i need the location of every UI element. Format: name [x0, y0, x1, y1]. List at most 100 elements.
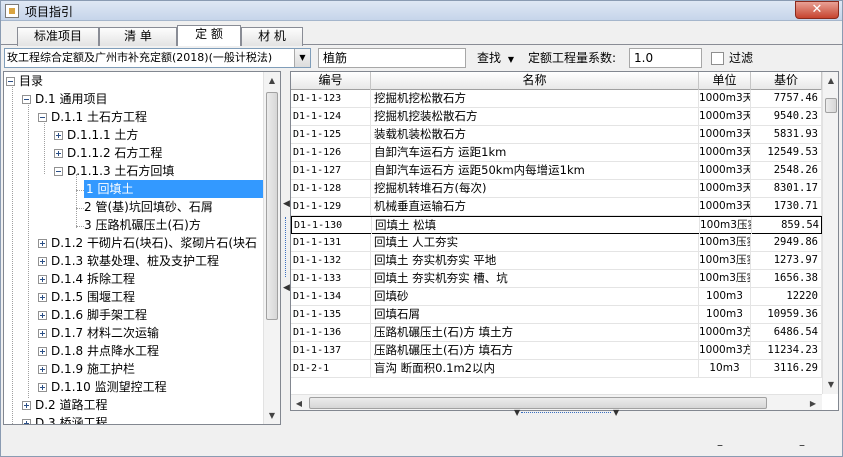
table-row[interactable]: D1-1-131回填土 人工夯实100m3压实2949.86 [291, 234, 822, 252]
tree-node[interactable]: D.1.7 材料二次运输 [38, 324, 159, 342]
expand-icon[interactable] [38, 311, 47, 320]
horizontal-splitter-grip[interactable] [521, 412, 611, 418]
tree-node-selected[interactable]: 1 回填土 [84, 180, 266, 198]
expand-icon[interactable] [38, 329, 47, 338]
cell-code[interactable]: D1-1-130 [292, 217, 372, 234]
cell-unit[interactable]: 100m3 [699, 306, 751, 323]
cell-unit[interactable]: 1000m3天 [699, 162, 751, 179]
cell-unit[interactable]: 1000m3天 [699, 144, 751, 161]
cell-unit[interactable]: 100m3压实 [699, 252, 751, 269]
cell-price[interactable]: 8301.17 [751, 180, 822, 197]
tree-node[interactable]: D.1.2 干砌片石(块石)、浆砌片石(块石 [38, 234, 257, 252]
table-row[interactable]: D1-1-137 压路机碾压土(石)方 填石方 1000m3方 11234.23 [291, 342, 822, 360]
cell-name[interactable]: 回填砂 [371, 288, 699, 305]
cell-code[interactable]: D1-1-134 [291, 288, 371, 305]
expand-icon[interactable] [22, 419, 31, 424]
collapse-left-icon[interactable]: ◀ [283, 283, 290, 293]
cell-price[interactable]: 859.54 [752, 217, 823, 234]
cell-unit[interactable]: 1000m3天 [699, 90, 751, 107]
cell-name[interactable]: 机械垂直运输石方 [371, 198, 699, 215]
tree-node[interactable]: D.1.8 井点降水工程 [38, 342, 159, 360]
collapse-left-icon[interactable]: ◀ [283, 199, 290, 209]
cell-unit[interactable]: 1000m3方 [699, 324, 751, 341]
expand-down-icon[interactable]: ▼ [613, 408, 619, 417]
table-row[interactable]: D1-1-129 机械垂直运输石方 1000m3天 1730.71 [291, 198, 822, 216]
cell-code[interactable]: D1-1-135 [291, 306, 371, 323]
expand-icon[interactable] [54, 149, 63, 158]
tree-vertical-scrollbar[interactable]: ▲ ▼ [263, 72, 280, 424]
column-header-code[interactable]: 编号 [291, 72, 371, 90]
collapse-icon[interactable] [6, 77, 15, 86]
cell-unit[interactable]: 1000m3天 [699, 198, 751, 215]
cell-unit[interactable]: 1000m3天 [699, 108, 751, 125]
table-row[interactable]: D1-1-126 自卸汽车运石方 运距1km 1000m3天 12549.53 [291, 144, 822, 162]
tab-standard-items[interactable]: 标准项目 [17, 27, 99, 46]
cell-code[interactable]: D1-1-137 [291, 342, 371, 359]
expand-icon[interactable] [38, 275, 47, 284]
expand-icon[interactable] [38, 293, 47, 302]
scroll-left-icon[interactable]: ◀ [291, 395, 307, 410]
table-row[interactable]: D1-1-124 挖掘机挖装松散石方 1000m3天 9540.23 [291, 108, 822, 126]
cell-code[interactable]: D1-1-131 [291, 234, 371, 251]
cell-unit[interactable]: 1000m3天然 [699, 180, 751, 197]
expand-icon[interactable] [38, 365, 47, 374]
cell-price[interactable]: 1656.38 [751, 270, 822, 287]
search-input[interactable]: 植筋 [318, 48, 466, 68]
cell-name[interactable]: 压路机碾压土(石)方 填土方 [371, 324, 699, 341]
tree-node[interactable]: D.3 桥涵工程 [22, 414, 108, 424]
cell-unit[interactable]: 100m3压实 [699, 234, 751, 251]
tree-node[interactable]: 2 管(基)坑回填砂、石屑 [84, 198, 213, 216]
expand-down-icon[interactable]: ▼ [514, 408, 520, 417]
grid-horizontal-scrollbar[interactable]: ◀ ▶ [291, 394, 822, 410]
tab-bill[interactable]: 清 单 [99, 27, 177, 46]
cell-code[interactable]: D1-1-133 [291, 270, 371, 287]
tree-node[interactable]: D.1.5 围堰工程 [38, 288, 135, 306]
filter-checkbox[interactable] [711, 52, 724, 65]
cell-name[interactable]: 挖掘机转堆石方(每次) [371, 180, 699, 197]
cell-code[interactable]: D1-1-129 [291, 198, 371, 215]
cell-unit[interactable]: 100m3压实 [700, 217, 752, 234]
cell-price[interactable]: 3116.29 [751, 360, 822, 377]
cell-price[interactable]: 10959.36 [751, 306, 822, 323]
cell-code[interactable]: D1-1-124 [291, 108, 371, 125]
tree-node[interactable]: 3 压路机碾压土(石)方 [84, 216, 201, 234]
scroll-up-icon[interactable]: ▲ [264, 72, 280, 89]
column-header-price[interactable]: 基价 [751, 72, 822, 90]
cell-name[interactable]: 挖掘机挖松散石方 [371, 90, 699, 107]
cell-unit[interactable]: 1000m3天 [699, 126, 751, 143]
cell-name[interactable]: 回填土 夯实机夯实 槽、坑 [371, 270, 699, 287]
cell-price[interactable]: 1730.71 [751, 198, 822, 215]
tree-node[interactable]: D.1.1.2 石方工程 [54, 144, 162, 162]
cell-price[interactable]: 1273.97 [751, 252, 822, 269]
tree-node[interactable]: D.1.3 软基处理、桩及支护工程 [38, 252, 219, 270]
cell-price[interactable]: 9540.23 [751, 108, 822, 125]
tab-quota[interactable]: 定 额 [177, 25, 241, 46]
cell-unit[interactable]: 100m3压实 [699, 270, 751, 287]
cell-name[interactable]: 自卸汽车运石方 运距1km [371, 144, 699, 161]
cell-name[interactable]: 盲沟 断面积0.1m2以内 [371, 360, 699, 377]
title-bar[interactable]: 项目指引 ✕ [1, 1, 842, 21]
tree-node[interactable]: D.1.1 土石方工程 [38, 108, 147, 126]
expand-icon[interactable] [38, 347, 47, 356]
scroll-down-icon[interactable]: ▼ [264, 407, 280, 424]
table-row-current[interactable]: D1-1-130回填土 松填100m3压实859.54 [291, 216, 823, 234]
table-row[interactable]: D1-1-132回填土 夯实机夯实 平地100m3压实1273.97 [291, 252, 822, 270]
cell-price[interactable]: 7757.46 [751, 90, 822, 107]
cell-unit[interactable]: 100m3 [699, 288, 751, 305]
tree-node[interactable]: D.1.10 监测望控工程 [38, 378, 167, 396]
cell-code[interactable]: D1-1-123 [291, 90, 371, 107]
expand-icon[interactable] [38, 239, 47, 248]
expand-icon[interactable] [22, 401, 31, 410]
cell-price[interactable]: 2548.26 [751, 162, 822, 179]
cell-name[interactable]: 回填土 夯实机夯实 平地 [371, 252, 699, 269]
tree-scroll-thumb[interactable] [266, 92, 278, 320]
tab-materials[interactable]: 材 机 [241, 27, 303, 46]
cell-code[interactable]: D1-1-132 [291, 252, 371, 269]
expand-icon[interactable] [38, 383, 47, 392]
tree-node[interactable]: D.1.6 脚手架工程 [38, 306, 147, 324]
grid-hscroll-thumb[interactable] [309, 397, 767, 409]
column-header-name[interactable]: 名称 [371, 72, 699, 90]
tree-node[interactable]: D.1.4 拆除工程 [38, 270, 135, 288]
coefficient-input[interactable]: 1.0 [629, 48, 702, 68]
table-row[interactable]: D1-1-127 自卸汽车运石方 运距50km内每增运1km 1000m3天 2548… [291, 162, 822, 180]
